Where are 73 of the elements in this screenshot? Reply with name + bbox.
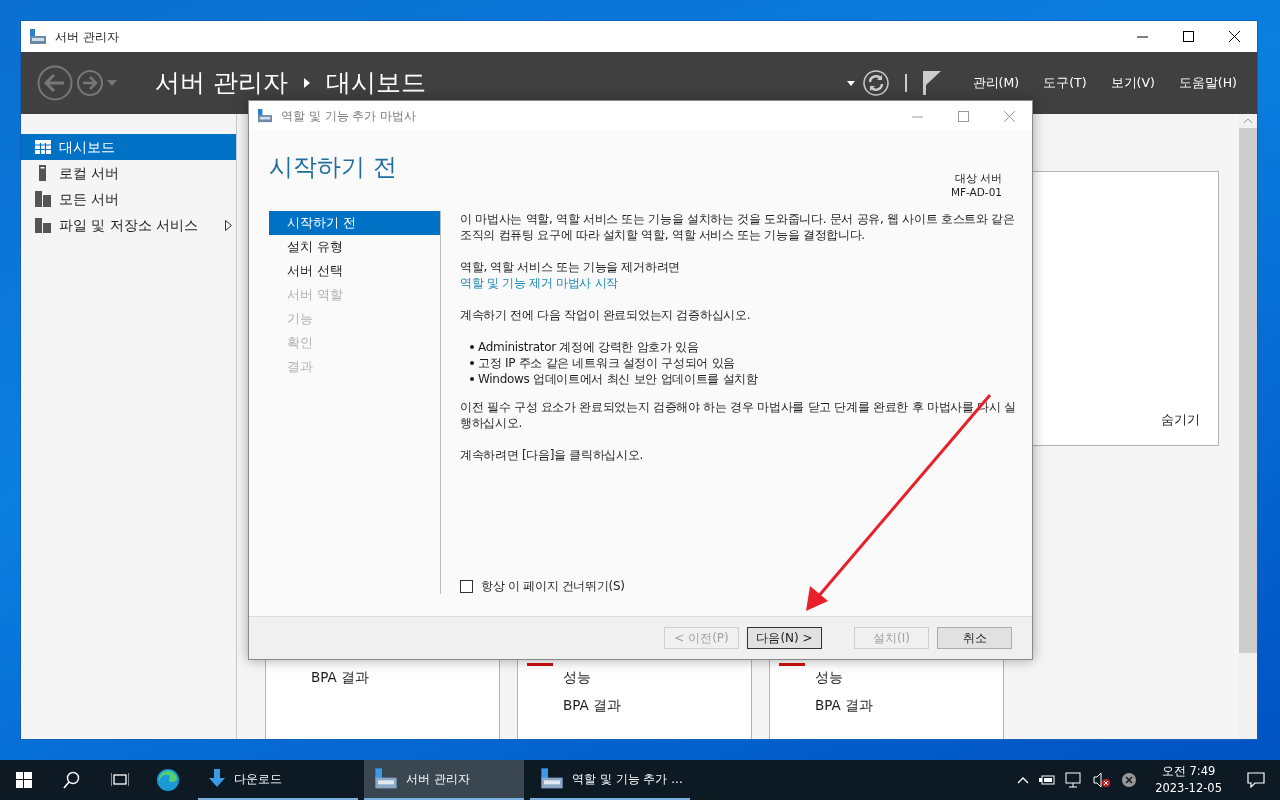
tile-item[interactable]: BPA 결과 xyxy=(815,695,1003,723)
wizard-step[interactable]: 서버 선택 xyxy=(269,259,440,283)
chevron-up-icon[interactable] xyxy=(1017,776,1030,784)
wizard-step: 서버 역할 xyxy=(269,283,440,307)
muted-speaker-icon[interactable] xyxy=(1093,772,1112,788)
bullet-icon xyxy=(470,361,474,365)
download-arrow-icon xyxy=(208,769,226,789)
remove-wizard-link[interactable]: 역할 및 기능 제거 마법사 시작 xyxy=(460,275,1018,291)
flag-icon[interactable] xyxy=(922,71,941,95)
maximize-icon xyxy=(957,110,969,122)
app-label: 다운로드 xyxy=(234,771,282,788)
bullet-icon xyxy=(470,377,474,381)
server-manager-icon xyxy=(29,28,47,45)
hide-link[interactable]: 숨기기 xyxy=(1161,409,1200,429)
checkbox-label[interactable]: 항상 이 페이지 건너뛰기(S) xyxy=(481,578,625,594)
wizard-icon xyxy=(257,109,273,123)
clock[interactable]: 오전 7:49 2023-12-05 xyxy=(1155,763,1222,797)
dialog-title: 역할 및 기능 추가 마법사 xyxy=(281,108,417,125)
network-icon[interactable] xyxy=(1065,772,1084,788)
list-item: Windows 업데이트에서 최신 보안 업데이트를 설치함 xyxy=(478,371,758,387)
dropdown-caret-icon[interactable] xyxy=(846,80,855,86)
wizard-step: 기능 xyxy=(269,307,440,331)
menu-item[interactable]: 보기(V) xyxy=(1102,73,1163,93)
grid-icon xyxy=(35,140,51,154)
wizard-button[interactable]: 다음(N) > xyxy=(747,627,822,649)
file-storage-icon xyxy=(35,217,51,233)
app-label: 서버 관리자 xyxy=(406,771,470,788)
refresh-icon[interactable] xyxy=(862,70,889,96)
window-title: 서버 관리자 xyxy=(55,28,119,46)
page-heading: 시작하기 전 xyxy=(269,152,397,183)
taskbar-app[interactable]: 다운로드 xyxy=(198,760,358,800)
sidebar-item[interactable]: 모든 서버 xyxy=(21,186,236,212)
server-manager-icon xyxy=(374,768,398,790)
servers-icon xyxy=(35,191,51,207)
taskbar-app[interactable]: 서버 관리자 xyxy=(364,760,524,800)
checkbox[interactable] xyxy=(460,579,473,593)
app-label: 역할 및 기능 추가 ... xyxy=(572,771,683,788)
maximize-icon xyxy=(1182,31,1194,42)
list-item: Administrator 계정에 강력한 암호가 있음 xyxy=(478,339,699,355)
target-server-name: MF-AD-01 xyxy=(950,185,1002,199)
scrollbar[interactable] xyxy=(1239,114,1257,739)
sidebar-item[interactable]: 로컬 서버 xyxy=(21,160,236,186)
menu-item[interactable]: 관리(M) xyxy=(964,73,1028,93)
wizard-button[interactable]: 취소 xyxy=(937,627,1012,649)
server-manager-icon xyxy=(540,768,564,790)
paragraph: 이 마법사는 역할, 역할 서비스 또는 기능을 설치하는 것을 도와줍니다. 문서 공유, 웹 사이트 호스트와 같은 조직의 컴퓨팅 요구에 따라 설치할 역할, 역할 서비스 또는 기능을 결정합니다. xyxy=(460,211,1016,243)
paragraph: 계속하기 전에 다음 작업이 완료되었는지 검증하십시오. xyxy=(460,307,752,323)
taskbar-app[interactable]: 역할 및 기능 추가 ... xyxy=(530,760,690,800)
tile-item[interactable]: BPA 결과 xyxy=(563,695,751,723)
close-circle-icon[interactable] xyxy=(1121,772,1138,788)
close-icon xyxy=(1228,31,1240,42)
bullet-icon xyxy=(470,345,474,349)
sidebar-item[interactable]: 파일 및 저장소 서비스 xyxy=(21,212,236,238)
tile-item[interactable]: 성능 xyxy=(815,667,1003,695)
tile-item[interactable]: BPA 결과 xyxy=(311,667,499,695)
breadcrumb-item[interactable]: 서버 관리자 xyxy=(155,64,288,102)
paragraph: 역할, 역할 서비스 또는 기능을 제거하려면 xyxy=(460,259,681,275)
expand-arrow-icon[interactable] xyxy=(225,219,232,231)
breadcrumb-item[interactable]: 대시보드 xyxy=(325,64,426,102)
menu-item[interactable]: 도움말(H) xyxy=(1170,73,1245,93)
tile-item[interactable]: 성능 xyxy=(563,667,751,695)
sidebar-item[interactable]: 대시보드 xyxy=(21,134,236,160)
target-server-label: 대상 서버 xyxy=(953,171,1002,185)
list-item: 고정 IP 주소 같은 네트워크 설정이 구성되어 있음 xyxy=(478,355,736,371)
paragraph: 계속하려면 [다음]을 클릭하십시오. xyxy=(460,447,645,463)
battery-icon[interactable] xyxy=(1039,775,1056,785)
wizard-step: 확인 xyxy=(269,331,440,355)
breadcrumb-separator-icon xyxy=(303,78,310,88)
wizard-step[interactable]: 설치 유형 xyxy=(269,235,440,259)
wizard-step[interactable]: 시작하기 전 xyxy=(269,211,440,235)
menu-item[interactable]: 도구(T) xyxy=(1035,73,1095,93)
wizard-step: 결과 xyxy=(269,355,440,379)
close-icon xyxy=(1003,110,1015,122)
